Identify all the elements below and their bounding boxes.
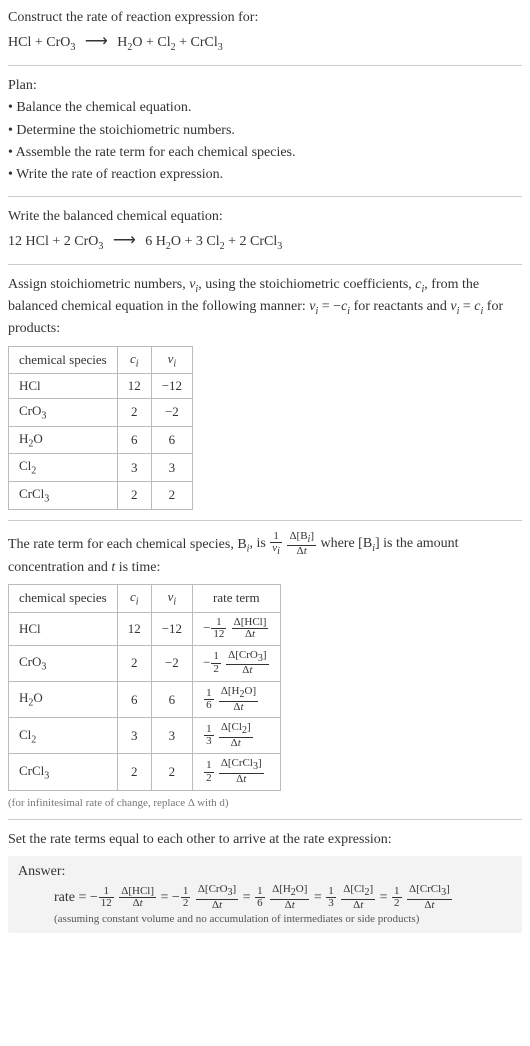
cell-vi: −2 (151, 645, 192, 681)
cell-species: Cl2 (9, 718, 118, 754)
cell-vi: 6 (151, 426, 192, 454)
rate-term-table: chemical species ci νi rate term HCl 12 … (8, 584, 281, 791)
cell-ci: 2 (117, 754, 151, 790)
cell-rate: 13 Δ[Cl2]Δt (193, 718, 280, 754)
plan-bullet: • Write the rate of reaction expression. (8, 165, 522, 185)
intro-section: Construct the rate of reaction expressio… (8, 8, 522, 55)
cell-vi: −12 (151, 374, 192, 399)
unbalanced-equation: HCl + CrO3 ⟶ H2O + Cl2 + CrCl3 (8, 30, 522, 55)
plan-bullet: • Determine the stoichiometric numbers. (8, 121, 522, 141)
table-row: CrO3 2 −2 −12 Δ[CrO3]Δt (9, 645, 281, 681)
divider (8, 520, 522, 521)
rate-term-intro: The rate term for each chemical species,… (8, 531, 522, 579)
plan-title: Plan: (8, 76, 522, 96)
cell-species: HCl (9, 612, 118, 645)
infinitesimal-note: (for infinitesimal rate of change, repla… (8, 797, 522, 809)
cell-ci: 6 (117, 426, 151, 454)
cell-vi: 3 (151, 454, 192, 482)
table-header-row: chemical species ci νi (9, 346, 193, 374)
plan-section: Plan: • Balance the chemical equation. •… (8, 76, 522, 185)
cell-vi: −12 (151, 612, 192, 645)
set-equal-text: Set the rate terms equal to each other t… (8, 830, 522, 850)
answer-box: Answer: rate = −112 Δ[HCl]Δt = −12 Δ[CrO… (8, 856, 522, 933)
answer-rate-expression: rate = −112 Δ[HCl]Δt = −12 Δ[CrO3]Δt = 1… (54, 884, 512, 911)
table-row: H2O 6 6 16 Δ[H2O]Δt (9, 681, 281, 717)
assign-text: Assign stoichiometric numbers, νi, using… (8, 275, 522, 340)
cell-vi: 2 (151, 481, 192, 509)
th-ci: ci (117, 585, 151, 613)
cell-species: CrCl3 (9, 481, 118, 509)
table-row: Cl2 3 3 13 Δ[Cl2]Δt (9, 718, 281, 754)
rate-term-before: The rate term for each chemical species,… (8, 536, 247, 551)
th-ci: ci (117, 346, 151, 374)
cell-ci: 12 (117, 374, 151, 399)
cell-ci: 12 (117, 612, 151, 645)
cell-ci: 2 (117, 399, 151, 427)
cell-rate: −12 Δ[CrO3]Δt (193, 645, 280, 681)
cell-ci: 6 (117, 681, 151, 717)
cell-rate: 12 Δ[CrCl3]Δt (193, 754, 280, 790)
cell-ci: 2 (117, 481, 151, 509)
cell-species: CrCl3 (9, 754, 118, 790)
table-row: Cl2 3 3 (9, 454, 193, 482)
balance-title: Write the balanced chemical equation: (8, 207, 522, 227)
table-row: HCl 12 −12 (9, 374, 193, 399)
divider (8, 65, 522, 66)
table-row: CrCl3 2 2 (9, 481, 193, 509)
cell-vi: −2 (151, 399, 192, 427)
plan-bullet: • Balance the chemical equation. (8, 98, 522, 118)
table-row: HCl 12 −12 −112 Δ[HCl]Δt (9, 612, 281, 645)
cell-ci: 3 (117, 454, 151, 482)
divider (8, 196, 522, 197)
cell-species: HCl (9, 374, 118, 399)
construct-line: Construct the rate of reaction expressio… (8, 8, 522, 28)
assign-section: Assign stoichiometric numbers, νi, using… (8, 275, 522, 510)
cell-ci: 3 (117, 718, 151, 754)
th-species: chemical species (9, 346, 118, 374)
cell-species: Cl2 (9, 454, 118, 482)
cell-species: H2O (9, 426, 118, 454)
table-header-row: chemical species ci νi rate term (9, 585, 281, 613)
table-row: CrO3 2 −2 (9, 399, 193, 427)
cell-ci: 2 (117, 645, 151, 681)
rate-term-section: The rate term for each chemical species,… (8, 531, 522, 809)
th-vi: νi (151, 346, 192, 374)
cell-species: CrO3 (9, 645, 118, 681)
table-row: CrCl3 2 2 12 Δ[CrCl3]Δt (9, 754, 281, 790)
cell-vi: 3 (151, 718, 192, 754)
answer-label: Answer: (18, 864, 512, 880)
cell-species: CrO3 (9, 399, 118, 427)
balance-section: Write the balanced chemical equation: 12… (8, 207, 522, 254)
cell-rate: −112 Δ[HCl]Δt (193, 612, 280, 645)
cell-rate: 16 Δ[H2O]Δt (193, 681, 280, 717)
balanced-equation: 12 HCl + 2 CrO3 ⟶ 6 H2O + 3 Cl2 + 2 CrCl… (8, 229, 522, 254)
cell-vi: 6 (151, 681, 192, 717)
cell-species: H2O (9, 681, 118, 717)
cell-vi: 2 (151, 754, 192, 790)
table-row: H2O 6 6 (9, 426, 193, 454)
answer-assumption: (assuming constant volume and no accumul… (54, 913, 512, 925)
plan-bullet: • Assemble the rate term for each chemic… (8, 143, 522, 163)
divider (8, 819, 522, 820)
divider (8, 264, 522, 265)
stoichiometry-table: chemical species ci νi HCl 12 −12 CrO3 2… (8, 346, 193, 510)
th-rate: rate term (193, 585, 280, 613)
th-vi: νi (151, 585, 192, 613)
th-species: chemical species (9, 585, 118, 613)
set-equal-section: Set the rate terms equal to each other t… (8, 830, 522, 934)
